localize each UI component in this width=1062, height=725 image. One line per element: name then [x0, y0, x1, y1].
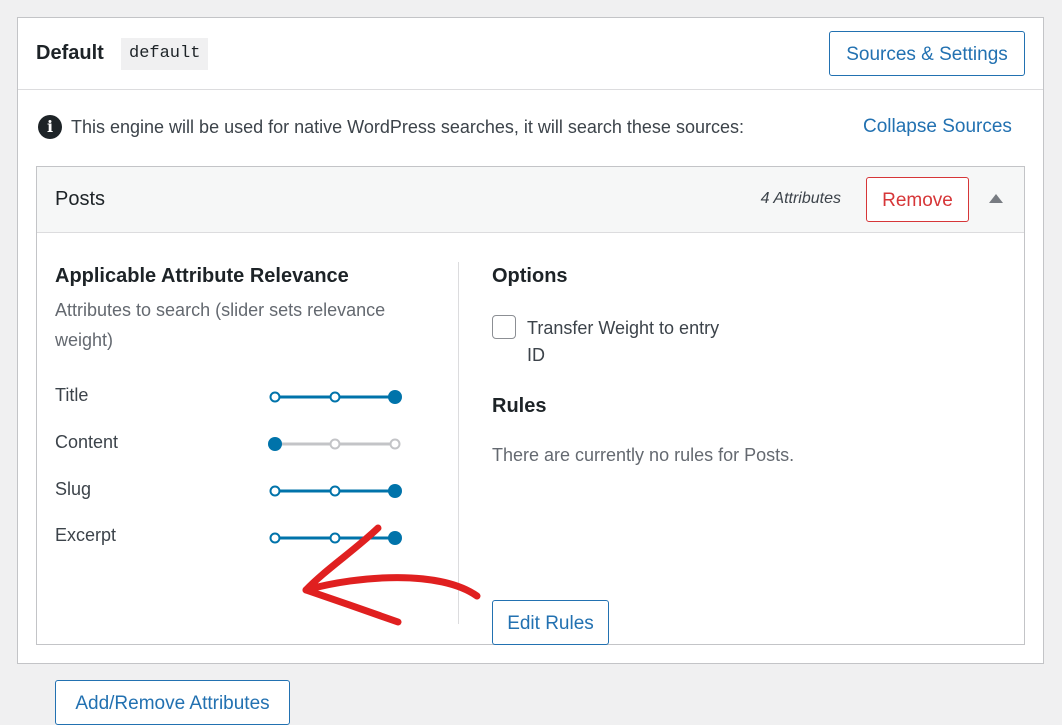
- attribute-label: Excerpt: [55, 525, 117, 545]
- collapse-sources-link[interactable]: Collapse Sources: [863, 116, 1012, 138]
- relevance-description: Attributes to search (slider sets releva…: [55, 300, 386, 350]
- slider-step[interactable]: [269, 391, 281, 403]
- transfer-weight-label: Transfer Weight to entry ID: [527, 318, 720, 365]
- attribute-label: Content: [55, 432, 119, 452]
- attribute-label: Slug: [55, 479, 92, 499]
- slider-step[interactable]: [329, 391, 341, 403]
- slider-handle[interactable]: [388, 484, 402, 498]
- source-posts: Posts 4 Attributes Remove Applicable Att…: [36, 166, 1025, 725]
- slider-step[interactable]: [269, 532, 281, 544]
- slider-step[interactable]: [389, 438, 401, 450]
- source-header: Posts 4 Attributes Remove: [37, 167, 1024, 233]
- slider-step[interactable]: [329, 485, 341, 497]
- notice-text: This engine will be used for native Word…: [71, 117, 744, 137]
- column-divider: [458, 262, 459, 624]
- remove-source-button[interactable]: Remove: [866, 177, 969, 222]
- attribute-count: 4 Attributes: [760, 190, 841, 207]
- slider-step[interactable]: [269, 485, 281, 497]
- triangle-up-icon[interactable]: [989, 194, 1003, 203]
- relevance-heading: Applicable Attribute Relevance: [55, 265, 349, 287]
- transfer-weight-option: Transfer Weight to entry ID: [492, 315, 742, 369]
- slider-handle[interactable]: [268, 437, 282, 451]
- slider-handle[interactable]: [388, 531, 402, 545]
- rules-heading: Rules: [492, 395, 547, 417]
- engine-title: Default: [36, 42, 104, 64]
- transfer-weight-checkbox[interactable]: [492, 315, 516, 339]
- slider-handle[interactable]: [388, 390, 402, 404]
- relevance-slider[interactable]: [268, 434, 408, 454]
- relevance-slider[interactable]: [268, 481, 408, 501]
- relevance-slider[interactable]: [268, 387, 408, 407]
- engine-notice: i This engine will be used for native Wo…: [38, 115, 744, 139]
- attribute-label: Title: [55, 385, 89, 405]
- engine-header: Default default Sources & Settings: [18, 18, 1043, 90]
- add-remove-attributes-button[interactable]: Add/Remove Attributes: [55, 680, 290, 725]
- relevance-slider[interactable]: [268, 528, 408, 548]
- rules-empty-text: There are currently no rules for Posts.: [492, 445, 795, 465]
- sources-settings-button[interactable]: Sources & Settings: [829, 31, 1025, 76]
- edit-rules-button[interactable]: Edit Rules: [492, 600, 609, 645]
- slider-step[interactable]: [329, 532, 341, 544]
- engine-slug: default: [121, 38, 209, 70]
- info-icon: i: [38, 115, 62, 139]
- slider-step[interactable]: [329, 438, 341, 450]
- search-engine-panel: Default default Sources & Settings i Thi…: [17, 17, 1044, 725]
- source-title: Posts: [55, 188, 106, 210]
- options-heading: Options: [492, 265, 568, 287]
